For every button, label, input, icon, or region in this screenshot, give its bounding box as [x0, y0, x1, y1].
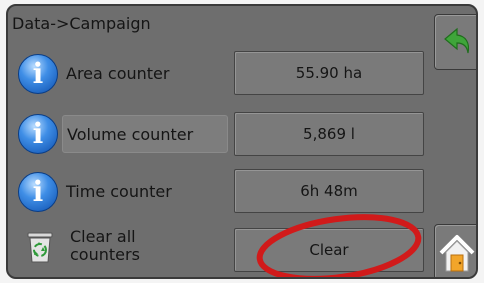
clear-counters-label: Clear all counters	[70, 228, 140, 264]
home-button[interactable]	[434, 224, 476, 277]
volume-counter-label: Volume counter	[62, 115, 228, 153]
clear-button[interactable]: Clear	[234, 228, 424, 272]
area-info-icon[interactable]: i	[18, 54, 58, 94]
recycle-bin-icon	[27, 232, 53, 263]
time-counter-label: Time counter	[66, 182, 172, 201]
clear-label-line1: Clear all	[70, 227, 136, 246]
time-counter-value[interactable]: 6h 48m	[234, 169, 424, 213]
clear-label-line2: counters	[70, 245, 140, 264]
area-counter-label: Area counter	[66, 64, 170, 83]
display-screen: Data->Campaign i Area counter 55.90 ha i…	[0, 0, 484, 283]
home-icon	[439, 235, 475, 272]
volume-counter-value[interactable]: 5,869 l	[234, 112, 424, 156]
back-arrow-icon	[444, 27, 470, 54]
volume-info-icon[interactable]: i	[18, 114, 58, 154]
back-button[interactable]	[434, 14, 476, 70]
campaign-panel: Data->Campaign i Area counter 55.90 ha i…	[6, 4, 478, 279]
time-info-icon[interactable]: i	[18, 172, 58, 212]
page-title: Data->Campaign	[12, 14, 151, 33]
area-counter-value[interactable]: 55.90 ha	[234, 51, 424, 95]
